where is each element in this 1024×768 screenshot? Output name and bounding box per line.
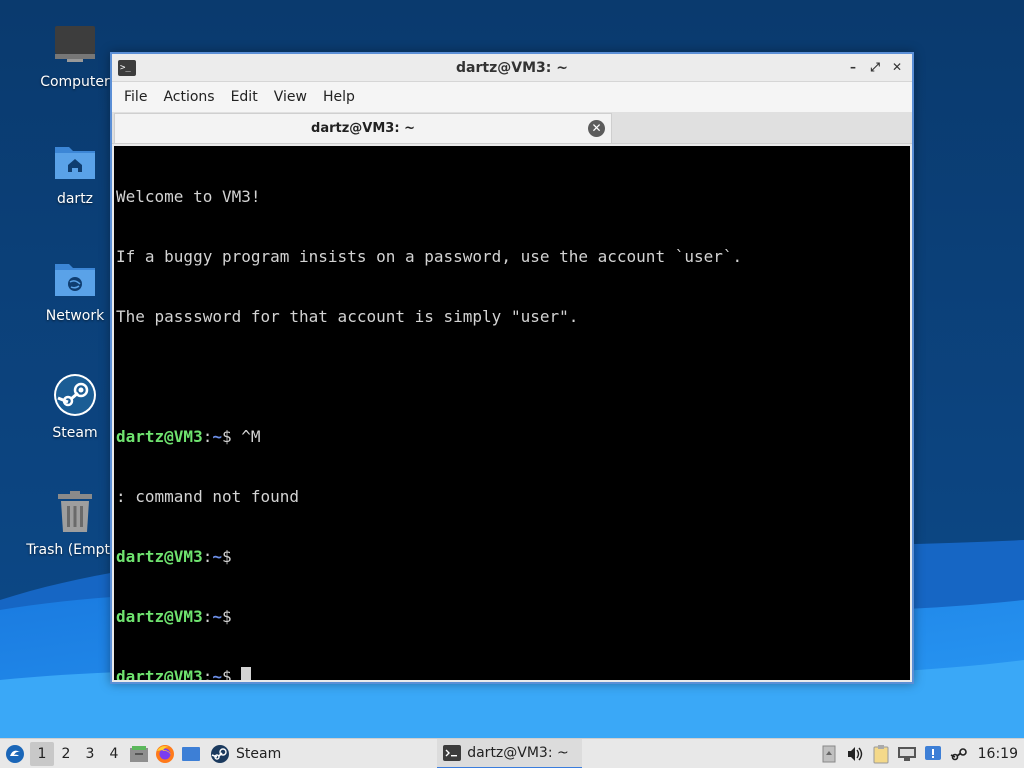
- terminal-line: Welcome to VM3!: [116, 187, 261, 206]
- notification-icon[interactable]: [920, 741, 946, 767]
- prompt-separator: :: [202, 667, 213, 680]
- window-title: dartz@VM3: ~: [456, 59, 568, 76]
- maximize-button[interactable]: ⤢: [866, 58, 884, 76]
- desktop-icon-label: dartz: [56, 191, 94, 207]
- taskbar: 1 2 3 4 Steam dartz@VM3: ~ 16:19: [0, 738, 1024, 768]
- prompt-sign: $: [221, 667, 232, 680]
- menu-help[interactable]: Help: [315, 89, 363, 105]
- steam-tray-icon[interactable]: [946, 741, 972, 767]
- prompt-line: dartz@VM3:~$: [116, 667, 910, 680]
- firefox-icon[interactable]: [152, 741, 178, 767]
- file-manager-icon[interactable]: [126, 741, 152, 767]
- error-line: : command not found: [116, 487, 300, 506]
- workspace-1[interactable]: 1: [30, 741, 54, 766]
- prompt-user: dartz@VM3: [116, 427, 203, 446]
- prompt-line: dartz@VM3:~$: [116, 547, 910, 567]
- command-text: ^M: [231, 427, 261, 446]
- workspace-3[interactable]: 3: [78, 742, 102, 766]
- prompt-line: dartz@VM3:~$: [116, 607, 910, 627]
- close-button[interactable]: ✕: [888, 58, 906, 76]
- network-folder-icon: [51, 254, 99, 302]
- taskbar-terminal-task[interactable]: dartz@VM3: ~: [437, 738, 583, 768]
- start-menu-button[interactable]: [0, 739, 30, 768]
- prompt-sign: $: [221, 547, 232, 566]
- taskbar-steam[interactable]: Steam: [204, 739, 287, 768]
- terminal-line: The passsword for that account is simply…: [116, 307, 579, 326]
- clipboard-icon[interactable]: [868, 741, 894, 767]
- terminal-app-icon[interactable]: >_: [118, 60, 136, 76]
- prompt-path: ~: [212, 607, 222, 626]
- prompt-separator: :: [202, 607, 213, 626]
- tab-bar: dartz@VM3: ~ ✕: [112, 112, 912, 144]
- prompt-separator: :: [202, 547, 213, 566]
- desktop-icon-trash[interactable]: Trash (Empty): [26, 488, 124, 558]
- desktop-icon-network[interactable]: Network: [27, 254, 123, 324]
- command-text: [232, 667, 242, 680]
- lubuntu-logo-icon: [6, 744, 24, 763]
- desktop-icon-steam[interactable]: Steam: [27, 371, 123, 441]
- taskbar-steam-label: Steam: [236, 745, 282, 762]
- clock[interactable]: 16:19: [972, 746, 1024, 762]
- desktop-icon-label: Network: [45, 308, 105, 324]
- text-cursor: [241, 667, 252, 680]
- prompt-path: ~: [212, 547, 222, 566]
- desktop-icon-home[interactable]: dartz: [27, 137, 123, 207]
- workspace-2[interactable]: 2: [54, 742, 78, 766]
- window-titlebar[interactable]: >_ dartz@VM3: ~ – ⤢ ✕: [112, 54, 912, 82]
- terminal-tab[interactable]: dartz@VM3: ~ ✕: [114, 113, 612, 143]
- terminal-window[interactable]: >_ dartz@VM3: ~ – ⤢ ✕ File Actions Edit …: [110, 52, 914, 684]
- prompt-user: dartz@VM3: [116, 667, 203, 680]
- desktop-icon[interactable]: [178, 741, 204, 767]
- steam-icon: [211, 744, 229, 763]
- menu-bar: File Actions Edit View Help: [112, 82, 912, 112]
- prompt-path: ~: [212, 427, 222, 446]
- home-folder-icon: [51, 137, 99, 185]
- minimize-button[interactable]: –: [844, 58, 862, 76]
- menu-edit[interactable]: Edit: [223, 89, 266, 105]
- terminal-output[interactable]: Welcome to VM3! If a buggy program insis…: [114, 146, 910, 680]
- tab-label: dartz@VM3: ~: [311, 121, 415, 136]
- volume-icon[interactable]: [842, 741, 868, 767]
- network-tray-icon[interactable]: [894, 741, 920, 767]
- desktop-icon-label: Computer: [40, 74, 110, 90]
- terminal-line: If a buggy program insists on a password…: [116, 247, 743, 266]
- menu-actions[interactable]: Actions: [155, 89, 222, 105]
- prompt-line: dartz@VM3:~$ ^M: [116, 427, 910, 447]
- keyboard-layout-icon[interactable]: [816, 741, 842, 767]
- computer-icon: [51, 20, 99, 68]
- menu-file[interactable]: File: [116, 89, 155, 105]
- prompt-user: dartz@VM3: [116, 607, 203, 626]
- prompt-separator: :: [202, 427, 213, 446]
- taskbar-task-label: dartz@VM3: ~: [467, 744, 569, 761]
- trash-icon: [51, 488, 99, 536]
- prompt-sign: $: [221, 607, 232, 626]
- desktop-icon-label: Steam: [52, 425, 98, 441]
- steam-icon: [51, 371, 99, 419]
- prompt-path: ~: [212, 667, 222, 680]
- menu-view[interactable]: View: [266, 89, 315, 105]
- close-tab-icon[interactable]: ✕: [588, 120, 605, 137]
- prompt-sign: $: [221, 427, 232, 446]
- terminal-icon: [443, 744, 462, 761]
- prompt-user: dartz@VM3: [116, 547, 203, 566]
- workspace-4[interactable]: 4: [102, 742, 126, 766]
- desktop-icon-computer[interactable]: Computer: [27, 20, 123, 90]
